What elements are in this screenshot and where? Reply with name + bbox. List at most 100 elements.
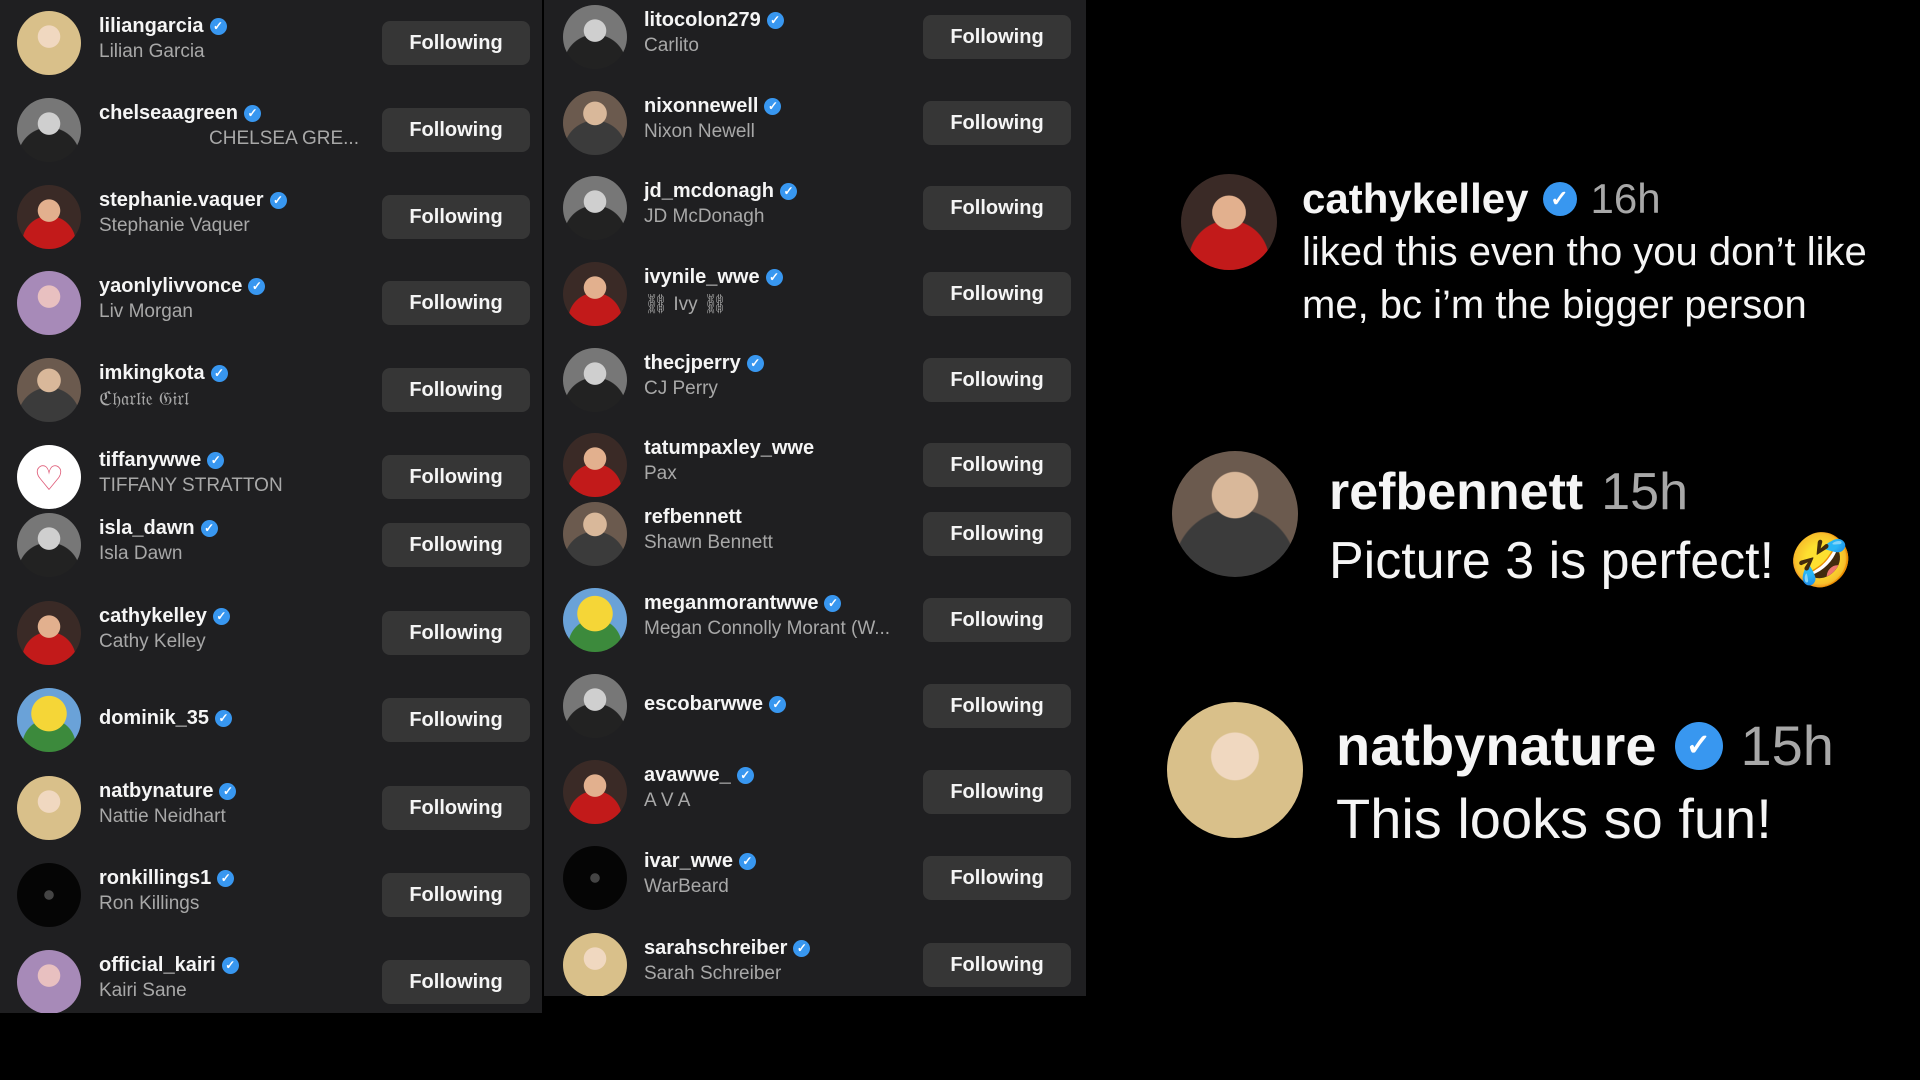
username[interactable]: refbennett <box>644 506 742 529</box>
username[interactable]: isla_dawn <box>99 517 195 540</box>
username[interactable]: stephanie.vaquer <box>99 189 264 212</box>
avatar[interactable] <box>563 262 627 326</box>
following-button[interactable]: Following <box>382 523 530 567</box>
list-item[interactable]: nixonnewell ✓ Nixon Newell Following <box>544 80 1086 166</box>
list-item[interactable]: jd_mcdonagh ✓ JD McDonagh Following <box>544 165 1086 251</box>
username[interactable]: meganmorantwwe <box>644 592 818 615</box>
avatar[interactable] <box>17 358 81 422</box>
avatar[interactable] <box>563 588 627 652</box>
username[interactable]: avawwe_ <box>644 764 731 787</box>
username[interactable]: natbynature <box>99 780 213 803</box>
avatar[interactable] <box>17 776 81 840</box>
avatar[interactable] <box>563 846 627 910</box>
list-item[interactable]: stephanie.vaquer ✓ Stephanie Vaquer Follow… <box>0 174 542 260</box>
list-item[interactable]: ronkillings1 ✓ Ron Killings Following <box>0 852 542 938</box>
list-item[interactable]: liliangarcia ✓ Lilian Garcia Following <box>0 0 542 86</box>
username[interactable]: ivynile_wwe <box>644 266 760 289</box>
avatar[interactable] <box>563 5 627 69</box>
username[interactable]: official_kairi <box>99 954 216 977</box>
following-button[interactable]: Following <box>923 512 1071 556</box>
comment-username[interactable]: natbynature <box>1336 713 1657 778</box>
following-button[interactable]: Following <box>923 358 1071 402</box>
avatar[interactable] <box>17 513 81 577</box>
following-button[interactable]: Following <box>923 943 1071 987</box>
following-button[interactable]: Following <box>923 186 1071 230</box>
list-item[interactable]: ivar_wwe ✓ WarBeard Following <box>544 835 1086 921</box>
following-list-left[interactable]: liliangarcia ✓ Lilian Garcia Following che… <box>0 0 542 1013</box>
following-button[interactable]: Following <box>923 15 1071 59</box>
avatar[interactable] <box>17 98 81 162</box>
list-item[interactable]: sarahschreiber ✓ Sarah Schreiber Following <box>544 922 1086 996</box>
avatar[interactable] <box>563 433 627 497</box>
list-item[interactable]: imkingkota ✓ ℭ𝔥𝔞𝔯𝔩𝔦𝔢 𝔊𝔦𝔯𝔩 Following <box>0 347 542 433</box>
avatar[interactable] <box>563 502 627 566</box>
avatar[interactable] <box>17 863 81 927</box>
username[interactable]: sarahschreiber <box>644 937 787 960</box>
following-button[interactable]: Following <box>923 770 1071 814</box>
comment-username[interactable]: refbennett <box>1329 462 1583 522</box>
username[interactable]: jd_mcdonagh <box>644 180 774 203</box>
following-button[interactable]: Following <box>923 598 1071 642</box>
username[interactable]: chelseaagreen <box>99 102 238 125</box>
list-item[interactable]: litocolon279 ✓ Carlito Following <box>544 0 1086 80</box>
username[interactable]: ronkillings1 <box>99 867 211 890</box>
username[interactable]: ivar_wwe <box>644 850 733 873</box>
following-button[interactable]: Following <box>923 101 1071 145</box>
list-item[interactable]: yaonlylivvonce ✓ Liv Morgan Following <box>0 260 542 346</box>
avatar[interactable] <box>17 185 81 249</box>
username[interactable]: dominik_35 <box>99 707 209 730</box>
avatar[interactable] <box>17 601 81 665</box>
username[interactable]: tatumpaxley_wwe <box>644 437 814 460</box>
avatar[interactable]: ♡ <box>17 445 81 509</box>
comment-username[interactable]: cathykelley <box>1302 175 1529 223</box>
following-button[interactable]: Following <box>923 443 1071 487</box>
username[interactable]: imkingkota <box>99 362 205 385</box>
username[interactable]: liliangarcia <box>99 15 204 38</box>
username[interactable]: yaonlylivvonce <box>99 275 242 298</box>
list-item[interactable]: meganmorantwwe ✓ Megan Connolly Morant (W.… <box>544 577 1086 663</box>
list-item[interactable]: ivynile_wwe ✓ ⛓ Ivy ⛓ Following <box>544 251 1086 337</box>
following-button[interactable]: Following <box>923 856 1071 900</box>
avatar[interactable] <box>1167 702 1303 838</box>
following-button[interactable]: Following <box>382 368 530 412</box>
following-button[interactable]: Following <box>923 684 1071 728</box>
following-button[interactable]: Following <box>923 272 1071 316</box>
following-button[interactable]: Following <box>382 455 530 499</box>
avatar[interactable] <box>1172 451 1298 577</box>
list-item[interactable]: cathykelley ✓ Cathy Kelley Following <box>0 590 542 676</box>
username[interactable]: tiffanywwe <box>99 449 201 472</box>
avatar[interactable] <box>17 11 81 75</box>
list-item[interactable]: dominik_35 ✓ Following <box>0 677 542 763</box>
avatar[interactable] <box>17 950 81 1013</box>
username[interactable]: litocolon279 <box>644 9 761 32</box>
list-item[interactable]: escobarwwe ✓ Following <box>544 663 1086 749</box>
following-button[interactable]: Following <box>382 21 530 65</box>
avatar[interactable] <box>563 933 627 996</box>
following-button[interactable]: Following <box>382 195 530 239</box>
avatar[interactable] <box>563 760 627 824</box>
list-item[interactable]: isla_dawn ✓ Isla Dawn Following <box>0 502 542 588</box>
list-item[interactable]: thecjperry ✓ CJ Perry Following <box>544 337 1086 423</box>
following-button[interactable]: Following <box>382 960 530 1004</box>
username[interactable]: nixonnewell <box>644 95 758 118</box>
list-item[interactable]: avawwe_ ✓ A V A Following <box>544 749 1086 835</box>
following-button[interactable]: Following <box>382 698 530 742</box>
following-button[interactable]: Following <box>382 786 530 830</box>
username[interactable]: escobarwwe <box>644 693 763 716</box>
avatar[interactable] <box>1181 174 1277 270</box>
avatar[interactable] <box>17 688 81 752</box>
avatar[interactable] <box>563 674 627 738</box>
list-item[interactable]: natbynature ✓ Nattie Neidhart Following <box>0 765 542 851</box>
avatar[interactable] <box>563 176 627 240</box>
list-item[interactable]: chelseaagreen ✓ CHELSEA GRE... Following <box>0 87 542 173</box>
following-list-right[interactable]: litocolon279 ✓ Carlito Following nixonnewe… <box>544 0 1086 996</box>
avatar[interactable] <box>563 91 627 155</box>
following-button[interactable]: Following <box>382 873 530 917</box>
username[interactable]: cathykelley <box>99 605 207 628</box>
following-button[interactable]: Following <box>382 108 530 152</box>
list-item[interactable]: official_kairi ✓ Kairi Sane Following <box>0 939 542 1013</box>
avatar[interactable] <box>17 271 81 335</box>
username[interactable]: thecjperry <box>644 352 741 375</box>
following-button[interactable]: Following <box>382 611 530 655</box>
avatar[interactable] <box>563 348 627 412</box>
